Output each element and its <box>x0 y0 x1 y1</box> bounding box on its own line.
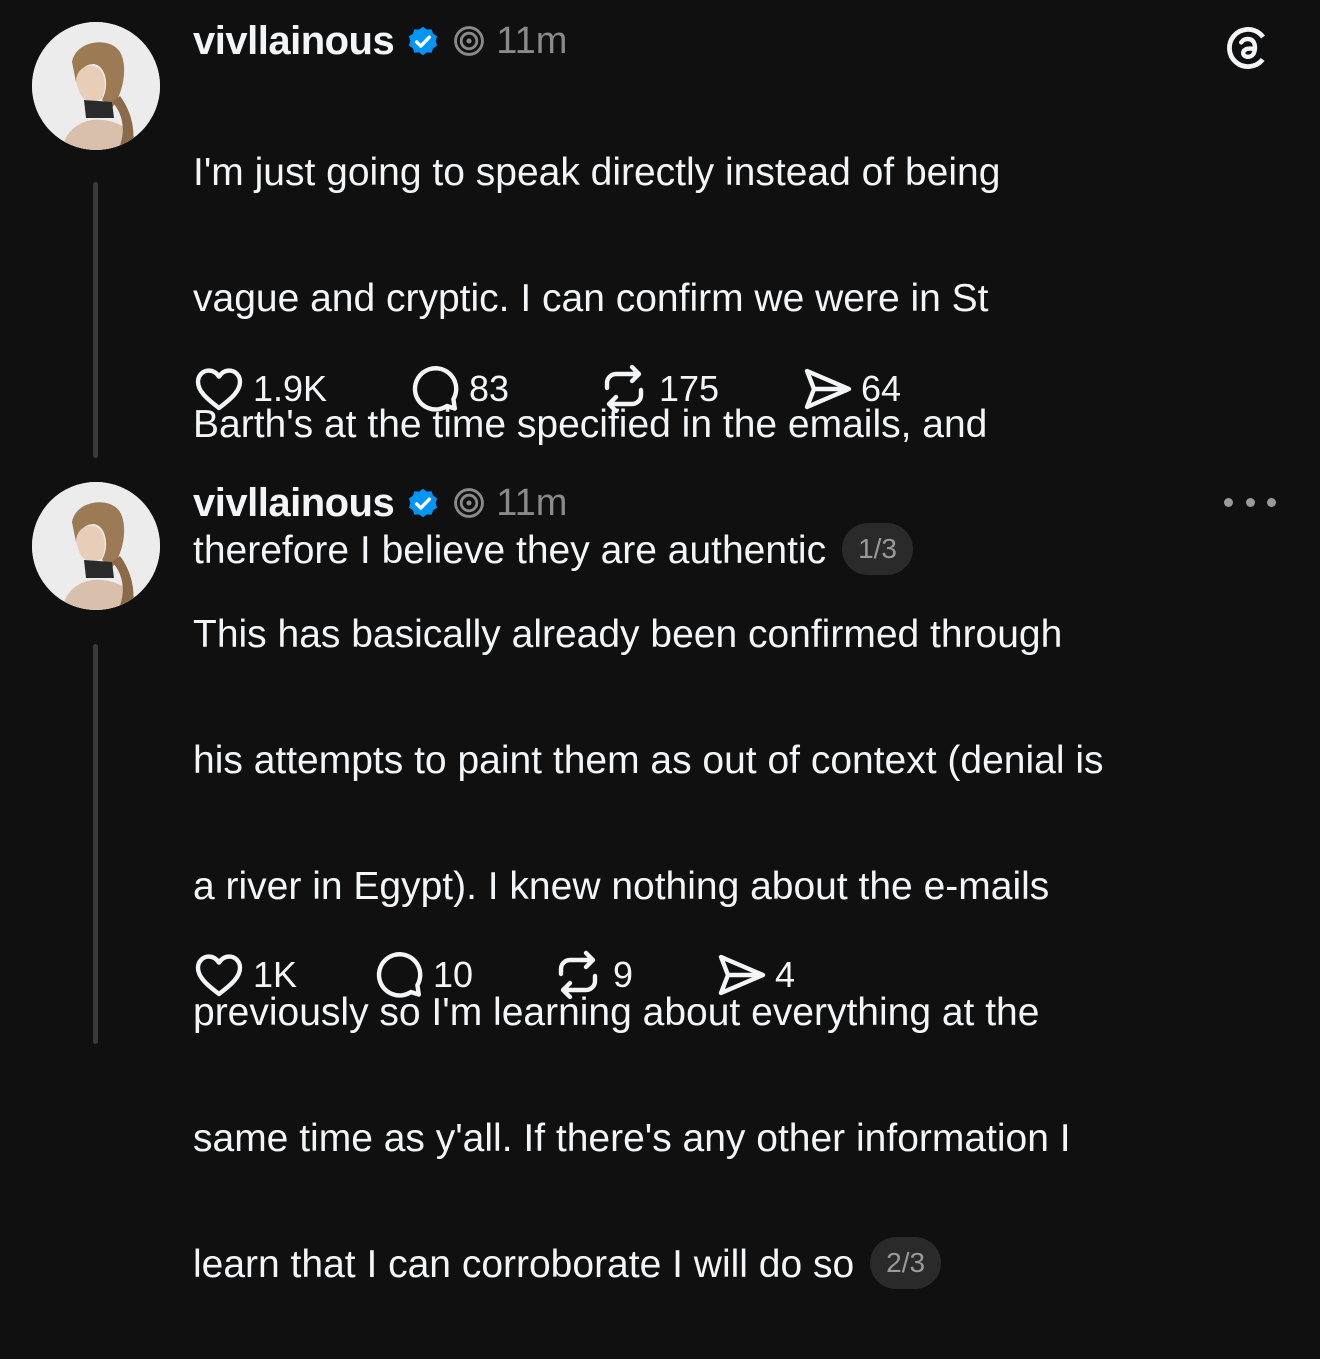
reply-count: 10 <box>433 954 474 995</box>
more-dot <box>1245 497 1255 507</box>
post-header: vivllainous 11m <box>193 18 567 64</box>
reply-count: 83 <box>469 368 510 409</box>
like-count: 1K <box>253 954 298 995</box>
repost-button[interactable]: 175 <box>597 364 801 414</box>
comment-bubble-icon <box>409 364 461 414</box>
more-dot <box>1267 497 1276 507</box>
threads-spiral-icon <box>452 486 486 520</box>
like-count: 1.9K <box>253 368 328 409</box>
thread-post-1: vivllainous 11m I'm just going to speak … <box>0 0 1320 575</box>
avatar[interactable] <box>32 22 160 150</box>
post-body-line: a river in Egypt). I knew nothing about … <box>193 865 1050 908</box>
post-time: 11m <box>496 481 568 524</box>
threads-spiral-icon <box>452 24 486 58</box>
threads-logo-icon[interactable] <box>1222 22 1274 74</box>
heart-icon <box>193 951 245 999</box>
reply-button[interactable]: 10 <box>373 950 551 1000</box>
share-button[interactable]: 64 <box>801 365 901 413</box>
username[interactable]: vivllainous <box>193 481 395 526</box>
post-header: vivllainous 11m <box>193 480 567 526</box>
share-button[interactable]: 4 <box>715 951 795 999</box>
post-body-line: This has basically already been confirme… <box>193 613 1063 656</box>
post-body-line: I'm just going to speak directly instead… <box>193 151 1001 194</box>
post-body-line: vague and cryptic. I can confirm we were… <box>193 277 989 320</box>
post-body-line: his attempts to paint them as out of con… <box>193 739 1104 782</box>
like-button[interactable]: 1K <box>193 951 373 999</box>
verified-badge-icon <box>404 22 442 60</box>
repost-button[interactable]: 9 <box>551 950 715 1000</box>
thread-connector-line <box>93 182 98 458</box>
more-dot <box>1224 497 1233 507</box>
post-actions: 1.9K 83 175 64 <box>193 364 901 414</box>
heart-icon <box>193 365 245 413</box>
repost-icon <box>551 950 605 1000</box>
comment-bubble-icon <box>373 950 425 1000</box>
post-body-line: learn that I can corroborate I will do s… <box>193 1233 1293 1296</box>
avatar-photo <box>32 482 160 610</box>
repost-count: 9 <box>613 954 634 995</box>
verified-badge-icon <box>404 484 442 522</box>
like-button[interactable]: 1.9K <box>193 365 409 413</box>
thread-post-2: vivllainous 11m This has basically alrea… <box>0 462 1320 1289</box>
post-body-line-text: learn that I can corroborate I will do s… <box>193 1243 855 1286</box>
share-count: 4 <box>775 954 796 995</box>
thread-pager-badge: 2/3 <box>870 1236 942 1289</box>
avatar[interactable] <box>32 482 160 610</box>
share-count: 64 <box>861 368 902 409</box>
thread-connector-line <box>93 644 98 1044</box>
send-icon <box>715 951 767 999</box>
more-options-icon[interactable] <box>1224 482 1276 522</box>
repost-count: 175 <box>659 368 720 409</box>
reply-button[interactable]: 83 <box>409 364 597 414</box>
post-time: 11m <box>496 19 568 62</box>
post-body-line: same time as y'all. If there's any other… <box>193 1117 1071 1160</box>
username[interactable]: vivllainous <box>193 19 395 64</box>
avatar-photo <box>32 22 160 150</box>
send-icon <box>801 365 853 413</box>
post-actions: 1K 10 9 4 <box>193 950 795 1000</box>
repost-icon <box>597 364 651 414</box>
